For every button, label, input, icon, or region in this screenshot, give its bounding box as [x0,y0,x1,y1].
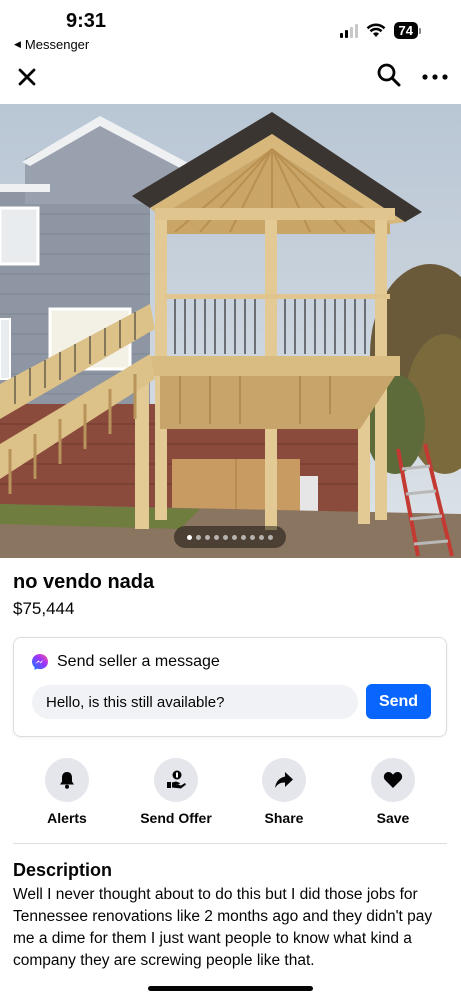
save-label: Save [376,810,410,826]
messenger-icon [32,654,48,670]
carousel-dot[interactable] [205,534,210,540]
listing-price: $75,444 [13,599,75,618]
listing-photo[interactable] [0,104,461,558]
divider [13,843,447,844]
more-options-button[interactable] [420,64,450,90]
send-message-card: Send seller a message Send [13,637,447,737]
send-message-heading: Send seller a message [57,653,220,670]
carousel-indicator[interactable] [174,526,286,548]
battery-icon: 74 [393,22,421,39]
carousel-dot[interactable] [232,534,237,540]
bell-icon [60,772,74,789]
wifi-icon [366,23,385,37]
share-label: Share [264,810,304,826]
cellular-signal-icon [339,23,358,38]
home-indicator[interactable] [148,986,313,991]
carousel-dot[interactable] [250,534,255,540]
carousel-dot[interactable] [268,534,273,540]
top-nav [0,58,461,104]
description-body: Well I never thought about to do this bu… [13,886,433,969]
carousel-dot[interactable] [241,534,246,540]
save-button[interactable]: Save [348,758,438,826]
close-button[interactable] [14,64,40,90]
carousel-dot[interactable] [214,534,219,540]
listing-title: no vendo nada [13,571,155,593]
search-icon [377,63,401,87]
send-offer-icon [167,770,186,789]
back-app-label: Messenger [24,37,90,52]
send-offer-label: Send Offer [140,810,212,826]
carousel-dot[interactable] [259,534,264,540]
back-triangle-icon: ◀ [14,39,21,49]
carousel-dot[interactable] [196,534,201,540]
send-offer-button[interactable]: Send Offer [131,758,221,826]
send-button[interactable]: Send [366,684,431,719]
back-to-app-link[interactable]: ◀ Messenger [14,37,89,52]
alerts-label: Alerts [47,810,87,826]
share-button[interactable]: Share [239,758,329,826]
message-input[interactable] [32,685,358,719]
status-icons: 74 [339,22,421,39]
status-bar: 9:31 ◀ Messenger 74 [0,0,461,58]
close-icon [18,68,36,86]
carousel-dot[interactable] [223,534,228,540]
carousel-dot[interactable] [187,534,192,540]
share-arrow-icon [275,772,293,788]
listing-actions: Alerts Send Offer Share Save [0,758,461,828]
more-options-icon [422,74,448,80]
status-time: 9:31 [66,10,107,32]
alerts-button[interactable]: Alerts [22,758,112,826]
description-heading: Description [13,860,113,880]
search-button[interactable] [376,62,402,88]
battery-level: 74 [393,22,418,39]
heart-icon [383,772,403,788]
send-message-header: Send seller a message [31,653,220,671]
deck-photo-illustration [0,104,461,558]
